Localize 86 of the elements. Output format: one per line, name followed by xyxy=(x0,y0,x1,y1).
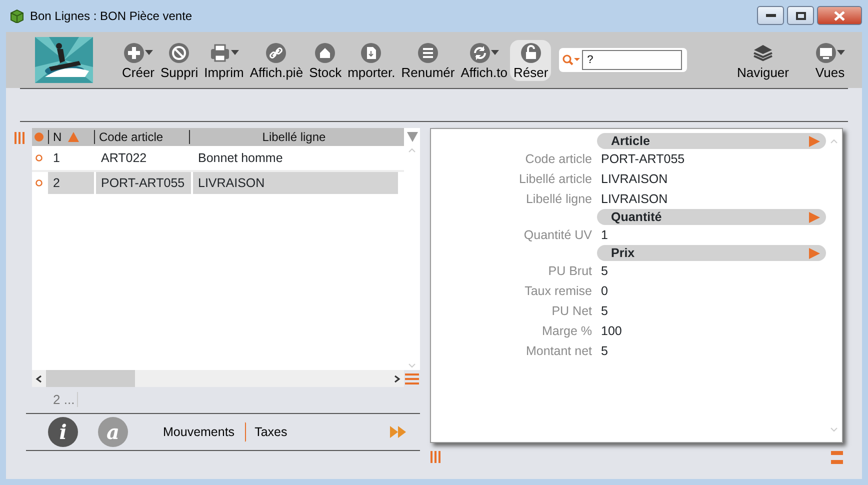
filter-icon[interactable] xyxy=(406,132,418,142)
maximize-icon xyxy=(796,12,806,20)
field-label: Taux remise xyxy=(524,282,593,300)
toolbar-button[interactable]: Imprim xyxy=(201,40,247,80)
field-label: Code article xyxy=(524,150,593,168)
scrollbar-thumb[interactable] xyxy=(46,370,135,387)
sort-ascending-icon xyxy=(68,132,79,142)
tab[interactable]: Mouvements xyxy=(153,422,245,442)
table-cell[interactable]: LIVRAISON xyxy=(193,172,398,194)
scroll-down-icon[interactable] xyxy=(829,426,839,434)
section-bar[interactable]: Prix xyxy=(597,245,826,261)
scroll-up-icon[interactable] xyxy=(407,146,417,154)
scroll-down-icon[interactable] xyxy=(407,362,417,370)
toolbar-button[interactable]: Créer xyxy=(119,40,158,80)
scroll-up-icon[interactable] xyxy=(829,137,839,145)
toolbar-button[interactable]: Affich.piè xyxy=(246,40,306,80)
field-value: 5 xyxy=(601,342,608,360)
caret-icon[interactable] xyxy=(145,50,154,56)
window-title: Bon Lignes : BON Pièce vente xyxy=(30,8,192,25)
field-label: Marge % xyxy=(540,322,593,340)
app-icon xyxy=(10,9,24,23)
toolbar-button[interactable]: Vues xyxy=(812,40,848,80)
table-cell[interactable]: Bonnet homme xyxy=(193,147,398,169)
minimize-icon xyxy=(766,14,776,18)
field-value: 100 xyxy=(601,322,622,340)
expand-icon[interactable] xyxy=(809,248,820,258)
fast-forward-icon[interactable] xyxy=(390,426,406,438)
info-button[interactable]: i xyxy=(48,417,78,447)
field-value: 0 xyxy=(601,282,608,300)
prohibited-icon xyxy=(168,42,190,64)
field-value: LIVRAISON xyxy=(601,170,668,188)
close-icon xyxy=(834,10,845,20)
section-bar[interactable]: Quantité xyxy=(597,209,826,225)
field-label: Quantité UV xyxy=(522,226,593,244)
table-cell[interactable]: ART022 xyxy=(96,147,191,169)
document-icon xyxy=(360,42,382,64)
column-header[interactable]: N xyxy=(48,130,94,144)
padlock-icon xyxy=(520,42,542,64)
caret-icon[interactable] xyxy=(837,50,845,56)
column-header[interactable]: Code article xyxy=(94,130,189,144)
field-label: Montant net xyxy=(524,342,593,360)
toolbar-button[interactable]: Stock xyxy=(306,40,345,80)
column-header[interactable]: Libellé ligne xyxy=(189,130,394,144)
row-count: 2 ... xyxy=(53,392,78,407)
field-value: 1 xyxy=(601,226,608,244)
section-bar[interactable]: Article xyxy=(597,133,826,149)
field-label: Libellé article xyxy=(518,170,593,188)
field-value: LIVRAISON xyxy=(601,190,668,208)
caret-icon[interactable] xyxy=(230,50,239,56)
toolbar-button[interactable]: Naviguer xyxy=(734,40,792,80)
toolbar-button[interactable]: mporter. xyxy=(344,40,398,80)
toolbar-button[interactable]: Affich.to xyxy=(458,40,510,80)
search-field[interactable]: ? xyxy=(559,48,688,72)
section-title: Prix xyxy=(611,244,635,262)
table-cell[interactable]: 2 xyxy=(48,172,94,194)
printer-icon xyxy=(208,42,231,64)
close-button[interactable] xyxy=(817,6,862,25)
link-icon xyxy=(265,42,288,64)
table-cell[interactable]: 1 xyxy=(48,147,94,169)
refresh-icon xyxy=(469,42,492,64)
table-cell[interactable]: PORT-ART055 xyxy=(96,172,191,194)
columns-icon[interactable] xyxy=(14,132,25,144)
expand-icon[interactable] xyxy=(809,136,820,146)
field-value: PORT-ART055 xyxy=(601,150,685,168)
monitor-icon xyxy=(815,42,837,64)
plus-icon xyxy=(123,42,146,64)
field-label: Libellé ligne xyxy=(524,190,593,208)
list-icon xyxy=(417,42,439,64)
house-icon xyxy=(314,42,336,64)
columns-icon[interactable] xyxy=(430,451,441,463)
field-value: 5 xyxy=(601,302,608,320)
toolbar-button[interactable]: Réser xyxy=(510,40,552,80)
toolbar-button[interactable]: Suppri xyxy=(158,40,202,80)
caret-icon[interactable] xyxy=(491,50,500,56)
tab[interactable]: Taxes xyxy=(244,422,298,442)
maximize-button[interactable] xyxy=(787,6,814,25)
field-label: PU Brut xyxy=(547,262,593,280)
split-icon[interactable] xyxy=(831,451,843,465)
minimize-button[interactable] xyxy=(757,6,784,25)
field-value: 5 xyxy=(601,262,608,280)
section-title: Quantité xyxy=(611,208,662,226)
toolbar-button[interactable]: Renumér xyxy=(398,40,458,80)
expand-icon[interactable] xyxy=(809,212,820,222)
search-icon[interactable] xyxy=(562,54,580,66)
field-label: PU Net xyxy=(550,302,593,320)
section-title: Article xyxy=(611,132,650,150)
